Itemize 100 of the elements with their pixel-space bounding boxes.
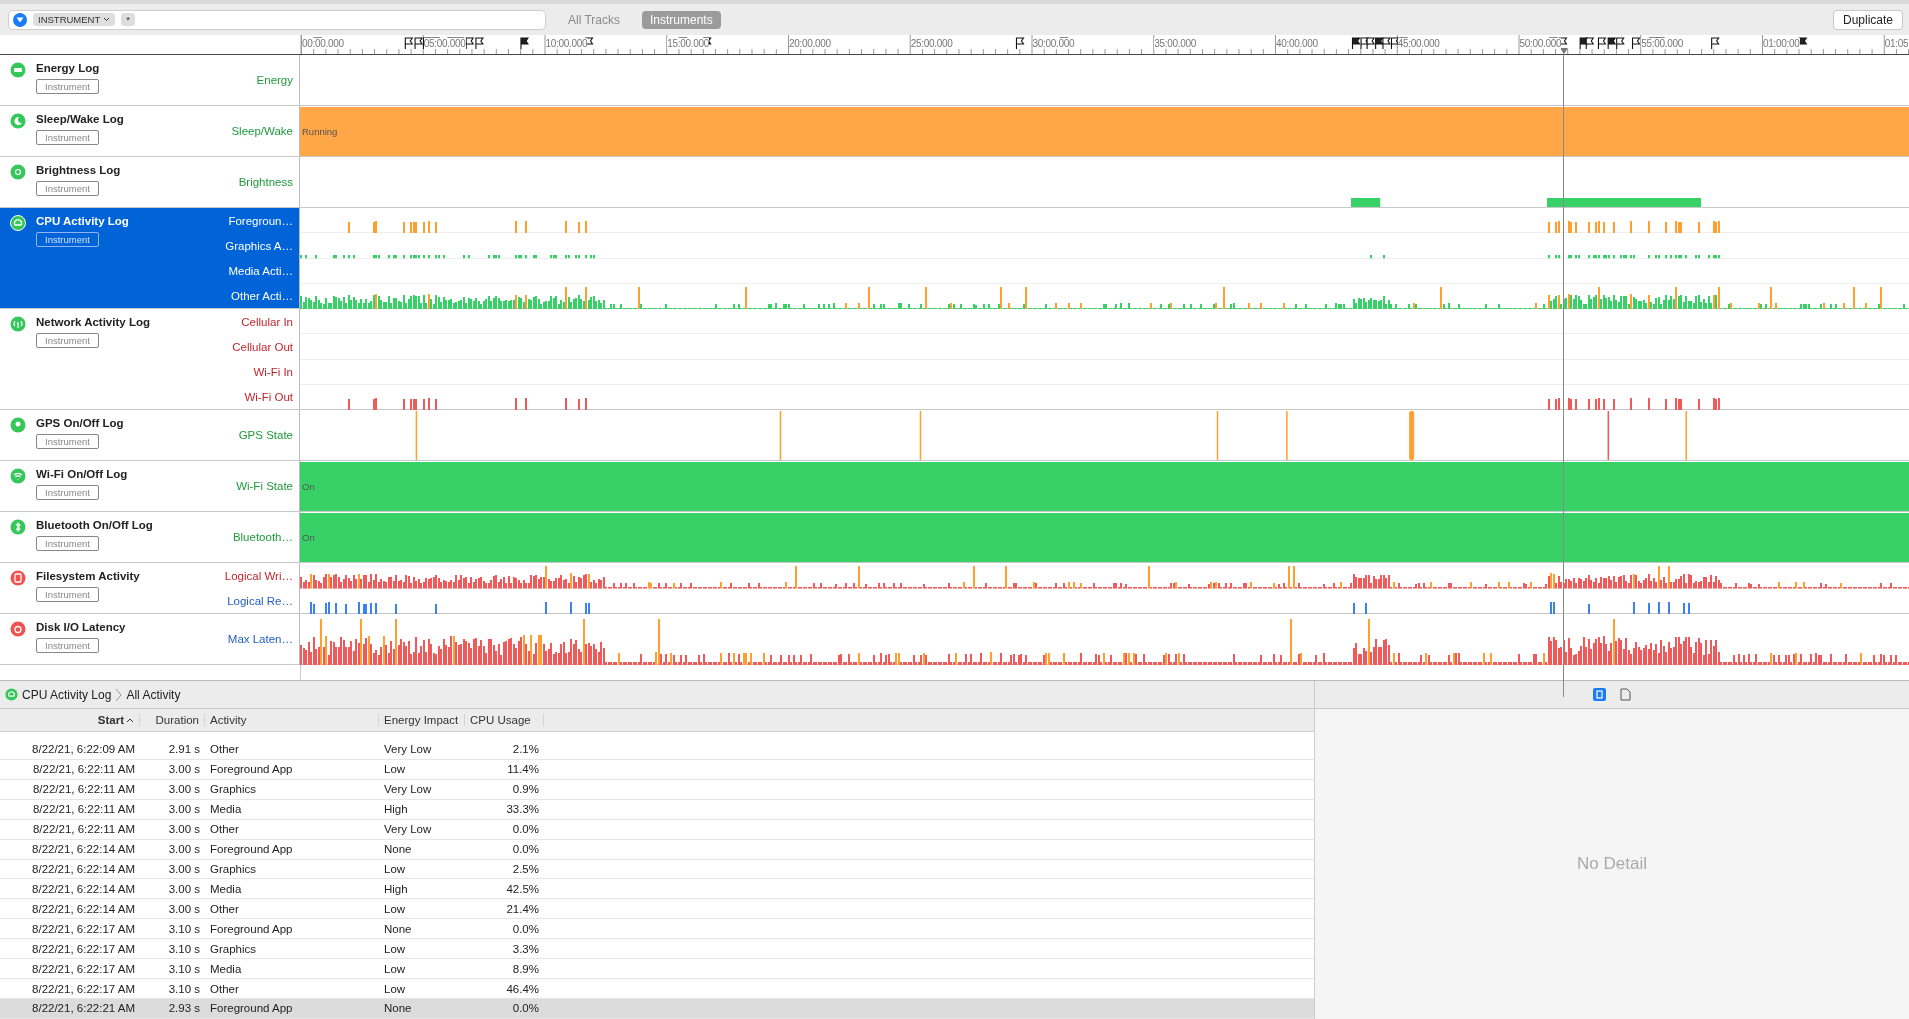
gauge-icon — [5, 688, 18, 701]
instrument-tag: Instrument — [36, 181, 99, 196]
table-cell-text: 3.00 s — [167, 783, 201, 796]
table-cell-text: 2.91 s — [167, 743, 201, 756]
sort-caret-icon — [126, 717, 134, 723]
table-cell-text: Graphics — [209, 942, 258, 955]
table-cell-text: 21.4% — [505, 902, 540, 915]
table-cell-text: None — [383, 922, 413, 935]
table-cell-text: High — [383, 882, 409, 895]
table-cell-text: 8/22/21, 6:22:21 AM — [31, 1002, 136, 1015]
lane-label: Logical Wri… — [223, 568, 293, 584]
table-cell-text: Very Low — [383, 743, 433, 756]
lane-label: Other Acti… — [230, 288, 293, 304]
track-title: GPS On/Off Log — [36, 417, 124, 429]
table-cell-text: High — [383, 803, 409, 816]
table-cell-text: 3.00 s — [167, 843, 201, 856]
table-cell-text: 8/22/21, 6:22:14 AM — [31, 902, 136, 915]
table-cell-text: 3.00 s — [167, 882, 201, 895]
table-cell-text: Foreground App — [209, 763, 294, 776]
table-cell-text: Low — [383, 982, 407, 995]
lane-label: Wi-Fi Out — [243, 389, 293, 405]
table-cell-text: 0.0% — [511, 922, 540, 935]
table-row[interactable]: 8/22/21, 6:22:21 AM 2.93 s Foreground App None 0.0% — [0, 999, 1314, 1019]
column-header[interactable]: Energy Impact — [379, 714, 465, 726]
track-title: Brightness Log — [36, 164, 121, 176]
table-cell-text: Low — [383, 863, 407, 875]
track-title: Sleep/Wake Log — [36, 113, 124, 125]
filter-field[interactable]: INSTRUMENT * — [8, 9, 546, 30]
table-cell-text: None — [383, 843, 413, 856]
duplicate-button[interactable]: Duplicate — [1832, 9, 1903, 30]
filter-icon — [13, 12, 27, 27]
filter-token[interactable]: INSTRUMENT — [33, 13, 116, 26]
table-cell-text: Foreground App — [209, 1002, 294, 1015]
ruler-label: 01:00:00 — [1763, 38, 1800, 49]
table-cell-text: 2.1% — [511, 743, 540, 756]
instrument-tag: Instrument — [36, 79, 99, 94]
lane-label: GPS State — [237, 428, 293, 443]
column-header[interactable]: CPU Usage — [465, 714, 544, 726]
extended-detail-icon[interactable] — [1593, 688, 1606, 701]
breadcrumb-item[interactable]: CPU Activity Log — [22, 687, 112, 702]
filter-value[interactable]: * — [121, 13, 135, 26]
table-cell-text: 0.0% — [511, 1002, 540, 1015]
instrument-tag: Instrument — [36, 333, 99, 348]
table-cell-text: 8.9% — [511, 962, 540, 975]
table-cell-text: 2.93 s — [167, 1002, 201, 1015]
ruler-label: 00:00.000 — [302, 38, 344, 49]
table-cell-text: Other — [209, 823, 240, 836]
ruler-label: 40:00.000 — [1276, 38, 1318, 49]
table-cell-text: 0.0% — [511, 823, 540, 836]
lane-label: Graphics A… — [224, 238, 293, 254]
table-cell-text: 42.5% — [505, 882, 540, 895]
table-cell-text: 8/22/21, 6:22:11 AM — [31, 823, 136, 836]
table-cell-text: 8/22/21, 6:22:17 AM — [31, 922, 136, 935]
column-header[interactable]: Start — [0, 714, 140, 726]
track-title: Bluetooth On/Off Log — [36, 519, 153, 531]
table-cell-text: Media — [209, 882, 243, 895]
ruler-label: 30:00.000 — [1032, 38, 1075, 49]
lane-label: Logical Re… — [226, 593, 293, 609]
state-mark — [1607, 411, 1610, 460]
table-cell-text: 8/22/21, 6:22:14 AM — [31, 863, 136, 875]
lane-label: Cellular In — [240, 314, 293, 330]
table-cell-text: 8/22/21, 6:22:11 AM — [31, 763, 136, 776]
table-cell-text: 11.4% — [506, 763, 540, 776]
chevron-icon — [103, 17, 111, 22]
table-cell-text: 8/22/21, 6:22:11 AM — [31, 783, 136, 796]
table-cell-text: 3.00 s — [167, 863, 201, 875]
table-cell-text: 0.0% — [511, 843, 540, 856]
track-title: Network Activity Log — [36, 316, 150, 328]
table-cell-text: Foreground App — [209, 843, 294, 856]
lane-label: Brightness — [237, 175, 293, 190]
table-cell-text: 3.10 s — [167, 942, 201, 955]
table-cell-text: 3.3% — [511, 942, 540, 955]
instrument-tag: Instrument — [36, 638, 99, 653]
table-cell-text: 8/22/21, 6:22:09 AM — [31, 743, 136, 756]
table-cell-text: 8/22/21, 6:22:17 AM — [31, 982, 136, 995]
column-header[interactable]: Activity — [205, 714, 379, 726]
state-label: Running — [302, 125, 338, 137]
instrument-tag: Instrument — [36, 587, 99, 602]
lane-label: Wi-Fi State — [235, 479, 293, 494]
table-cell-text: 8/22/21, 6:22:11 AM — [31, 803, 136, 816]
table-cell-text: 33.3% — [505, 803, 540, 816]
table-cell-text: Low — [383, 942, 407, 955]
lane-label: Energy — [255, 73, 293, 88]
table-cell-text: 3.00 s — [167, 823, 201, 836]
column-header[interactable]: Duration — [140, 714, 205, 726]
chevron-icon — [115, 687, 123, 702]
lane-label: Foregroun… — [227, 213, 293, 229]
table-cell-text: None — [383, 1002, 413, 1015]
breadcrumb-item[interactable]: All Activity — [126, 687, 181, 702]
track-header[interactable]: CPU Activity Log Instrument Foregroun… Graphics A… Media Acti… Other Acti… — [0, 208, 300, 308]
table-cell-text: Other — [209, 902, 240, 915]
table-cell-text: 3.00 s — [167, 763, 201, 776]
lane-label: Cellular Out — [231, 339, 293, 355]
table-cell-text: Very Low — [383, 823, 433, 836]
table-cell-text: 3.00 s — [167, 803, 201, 816]
table-cell-text: 8/22/21, 6:22:14 AM — [31, 882, 136, 895]
table-cell-text: Media — [209, 803, 243, 816]
document-icon[interactable] — [1620, 688, 1631, 701]
instrument-tag: Instrument — [36, 485, 99, 500]
table-cell-text: 8/22/21, 6:22:17 AM — [31, 962, 136, 975]
